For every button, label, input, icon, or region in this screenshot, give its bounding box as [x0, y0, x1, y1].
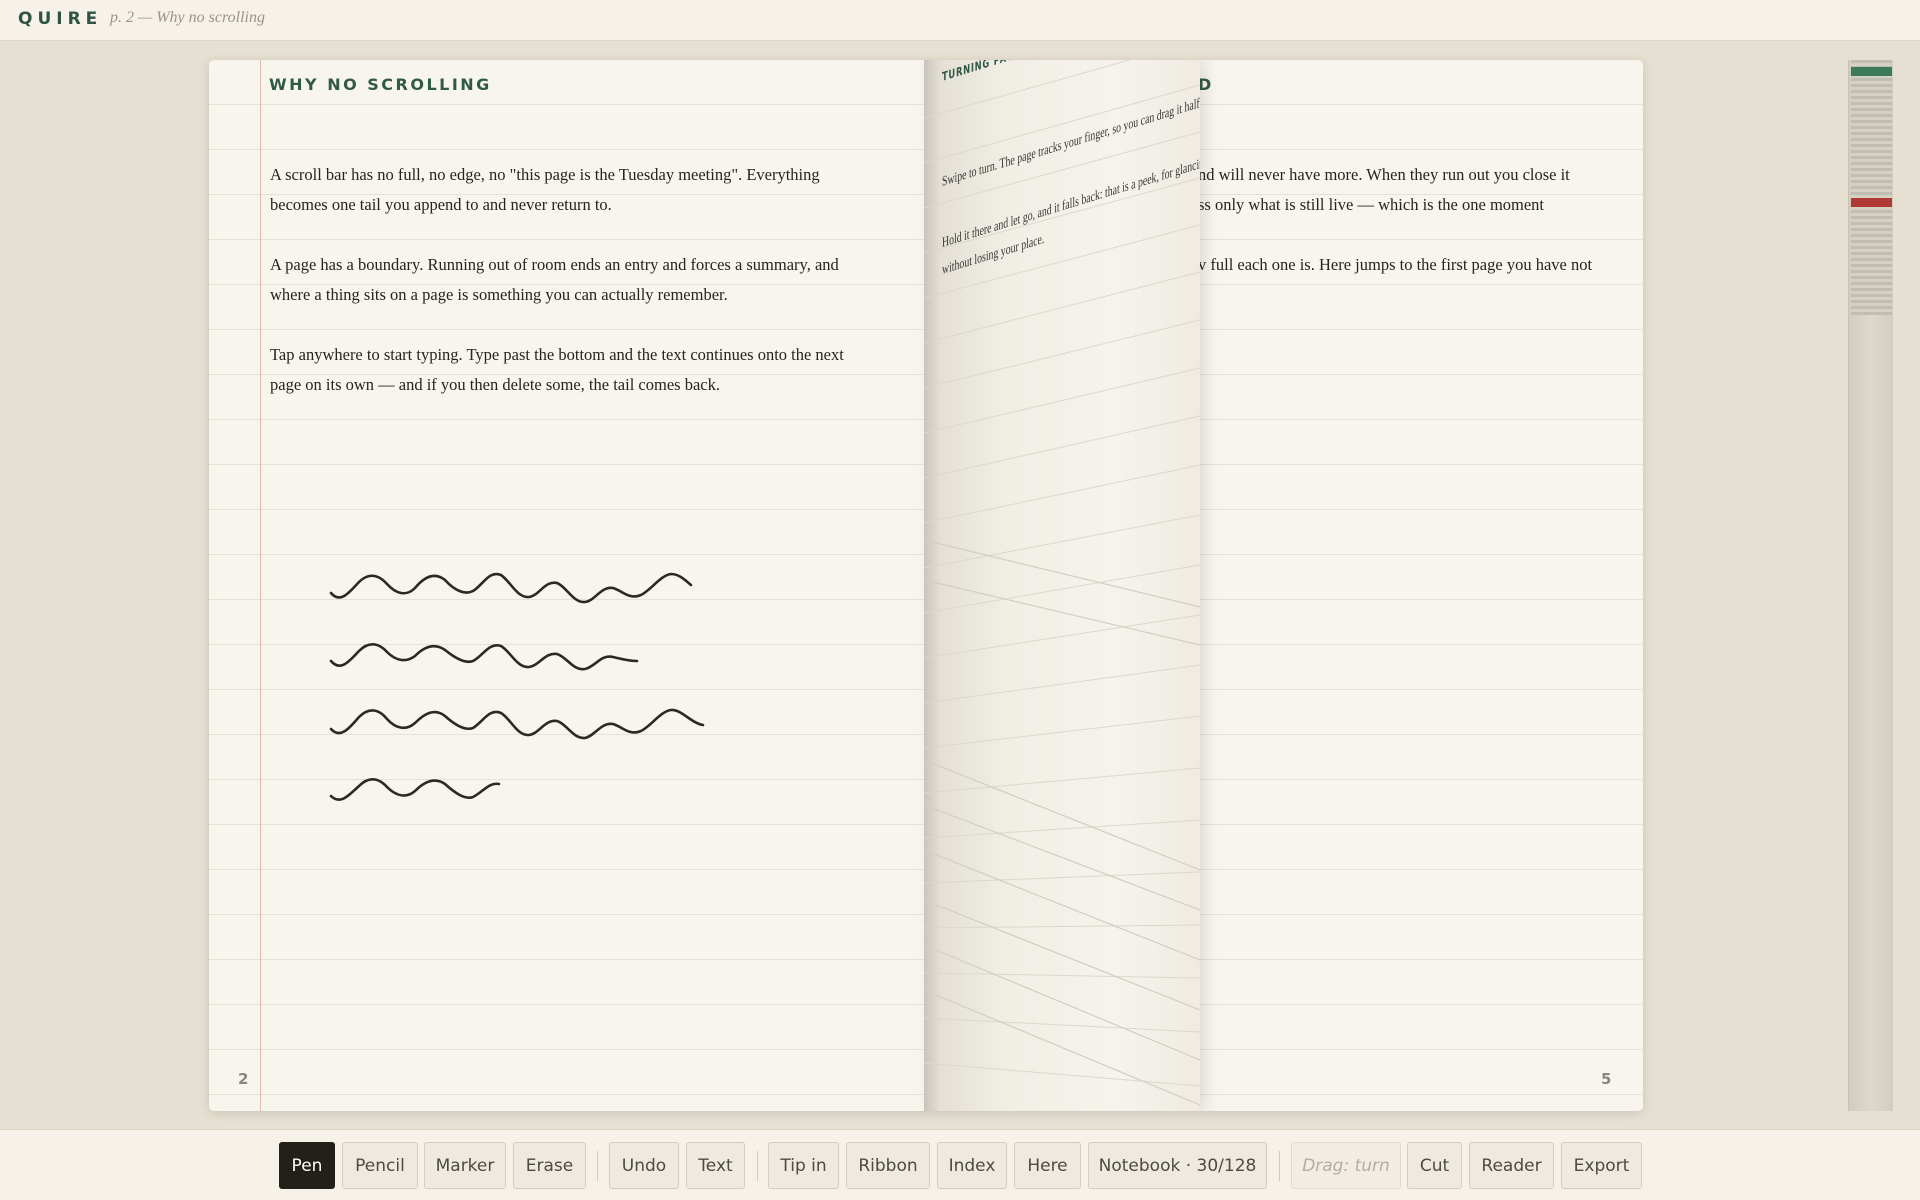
- toolbar-divider: [1279, 1151, 1280, 1181]
- marker-tool-button[interactable]: Marker: [424, 1142, 506, 1189]
- page-number-left: 2: [238, 1070, 249, 1088]
- ink-stroke: [329, 708, 705, 740]
- text-tool-button[interactable]: Text: [686, 1142, 745, 1189]
- undo-button[interactable]: Undo: [609, 1142, 679, 1189]
- toolbar-divider: [597, 1151, 598, 1181]
- reader-button[interactable]: Reader: [1469, 1142, 1554, 1189]
- here-button[interactable]: Here: [1014, 1142, 1081, 1189]
- handwriting-strokes[interactable]: [209, 60, 929, 1111]
- text-line: ss only what is still live — which is th…: [1198, 195, 1545, 214]
- notebook-button[interactable]: Notebook · 30/128: [1088, 1142, 1267, 1189]
- current-page-marker: [1851, 67, 1892, 76]
- cut-button[interactable]: Cut: [1407, 1142, 1462, 1189]
- page-rail[interactable]: [1848, 60, 1893, 1111]
- erase-tool-button[interactable]: Erase: [513, 1142, 586, 1189]
- text-line: nd will never have more. When they run o…: [1198, 165, 1570, 184]
- page-thumbnails[interactable]: [1851, 60, 1892, 315]
- top-bar: QUIRE p. 2 — Why no scrolling: [0, 0, 1920, 41]
- page-number-right: 5: [1601, 1070, 1612, 1088]
- ink-stroke: [329, 643, 639, 671]
- right-page-title: D: [1198, 75, 1214, 94]
- notebook-spread[interactable]: WHY NO SCROLLING A scroll bar has no ful…: [209, 60, 1643, 1111]
- ink-stroke: [329, 572, 693, 604]
- ribbon-button[interactable]: Ribbon: [846, 1142, 930, 1189]
- toolbar-divider: [757, 1151, 758, 1181]
- ribbon-marker[interactable]: [1851, 198, 1892, 207]
- drag-mode-indicator: Drag: turn: [1291, 1142, 1401, 1189]
- turning-page[interactable]: TURNING PAGE Swipe to turn. The page tra…: [924, 60, 1200, 1111]
- pen-tool-button[interactable]: Pen: [279, 1142, 335, 1189]
- pencil-tool-button[interactable]: Pencil: [342, 1142, 418, 1189]
- bottom-toolbar: Pen Pencil Marker Erase Undo Text Tip in…: [0, 1129, 1920, 1200]
- index-button[interactable]: Index: [937, 1142, 1007, 1189]
- ink-stroke: [329, 778, 501, 801]
- turning-page-lines: [924, 60, 1200, 1106]
- export-button[interactable]: Export: [1561, 1142, 1642, 1189]
- tip-in-button[interactable]: Tip in: [768, 1142, 839, 1189]
- app-brand: QUIRE: [18, 9, 103, 29]
- text-line: v full each one is. Here jumps to the fi…: [1198, 255, 1593, 274]
- page-breadcrumb: p. 2 — Why no scrolling: [110, 9, 265, 26]
